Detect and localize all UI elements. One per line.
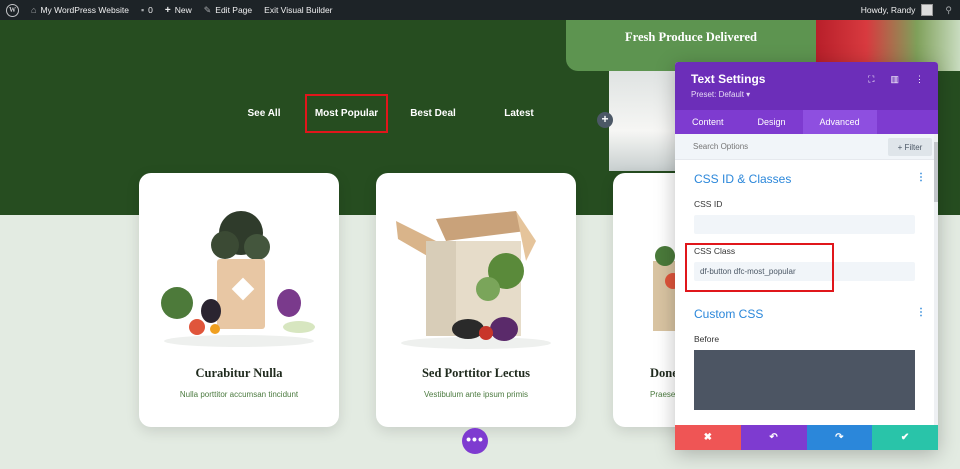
edit-page-label: Edit Page [215, 5, 253, 15]
split-view-icon[interactable]: ▥ [890, 74, 899, 85]
new-content-link[interactable]: + New [165, 5, 192, 16]
card-title: Curabitur Nulla [195, 366, 283, 380]
filter-best-deal[interactable]: Best Deal [406, 108, 460, 119]
banner-title: Fresh Produce Delivered [625, 30, 757, 44]
site-name: My WordPress Website [40, 5, 129, 15]
home-icon: ⌂ [31, 5, 37, 15]
undo-icon: ↶ [769, 432, 778, 443]
tab-advanced[interactable]: Advanced [802, 110, 877, 134]
section-css-id-classes-title: CSS ID & Classes [694, 172, 792, 186]
search-icon[interactable]: ⚲ [945, 5, 952, 16]
search-options-input[interactable] [693, 142, 843, 151]
card-subtitle: Vestibulum ante ipsum primis [423, 390, 529, 399]
checkmark-icon: ✔ [900, 432, 910, 443]
howdy-user[interactable]: Howdy, Randy [861, 5, 916, 15]
panel-header-icons: ⛶ ▥ ⋮ [868, 74, 924, 85]
add-module-button[interactable]: + [597, 112, 613, 128]
tab-content[interactable]: Content [675, 110, 741, 134]
css-class-highlight [685, 243, 834, 292]
comments-link[interactable]: ▪ 0 [141, 5, 153, 15]
redo-icon: ↷ [835, 432, 844, 443]
filter-see-all[interactable]: See All [244, 108, 284, 119]
section-menu-icon[interactable]: ⋮ [916, 172, 926, 183]
avatar[interactable] [921, 4, 934, 16]
panel-scrollbar-thumb[interactable] [934, 142, 938, 202]
comments-count: 0 [148, 5, 153, 15]
discard-button[interactable]: ✖ [675, 425, 741, 450]
undo-button[interactable]: ↶ [740, 425, 807, 450]
before-css-editor[interactable] [694, 350, 915, 410]
tab-design[interactable]: Design [741, 110, 803, 134]
filter-latest[interactable]: Latest [500, 108, 538, 119]
panel-header[interactable]: Text Settings Preset: Default ▾ ⛶ ▥ ⋮ [675, 62, 938, 110]
exit-visual-builder-link[interactable]: Exit Visual Builder [264, 5, 332, 15]
close-icon: ✖ [703, 432, 713, 443]
save-button[interactable]: ✔ [872, 425, 938, 450]
expand-icon[interactable]: ⛶ [868, 74, 874, 85]
css-id-field[interactable] [694, 215, 915, 234]
search-options-row: + Filter [675, 134, 938, 160]
site-name-link[interactable]: ⌂ My WordPress Website [31, 5, 129, 15]
wp-admin-bar: W ⌂ My WordPress Website ▪ 0 + New ✎ Edi… [0, 0, 960, 20]
preset-dropdown[interactable]: Preset: Default ▾ [691, 90, 938, 99]
kitchen-photo [609, 71, 679, 171]
card-title: Sed Porttitor Lectus [421, 366, 531, 380]
produce-box-image [396, 211, 551, 349]
filter-most-popular-label: Most Popular [314, 107, 379, 119]
card-subtitle: Nulla porttitor accumsan tincidunt [179, 390, 299, 399]
panel-footer-actions: ✖ ↶ ↷ ✔ [675, 425, 938, 450]
plus-icon: + [164, 4, 171, 16]
product-card[interactable]: Sed Porttitor Lectus Vestibulum ante ips… [376, 173, 576, 427]
exit-builder-label: Exit Visual Builder [264, 5, 333, 15]
section-custom-css-title: Custom CSS [694, 307, 764, 321]
filter-button[interactable]: + Filter [888, 138, 932, 156]
product-card[interactable]: Curabitur Nulla Nulla porttitor accumsan… [139, 173, 339, 427]
section-custom-css[interactable]: Custom CSS ⋮ [675, 307, 938, 321]
panel-tabs: Content Design Advanced [675, 110, 938, 134]
new-label: New [174, 5, 192, 15]
pencil-icon: ✎ [203, 4, 212, 15]
produce-bag-image [161, 211, 315, 347]
section-css-id-classes[interactable]: CSS ID & Classes ⋮ [675, 172, 938, 186]
comment-icon: ▪ [140, 5, 145, 15]
filter-most-popular[interactable]: Most Popular [305, 93, 388, 133]
section-menu-icon[interactable]: ⋮ [916, 307, 926, 318]
before-label: Before [694, 334, 720, 344]
redo-button[interactable]: ↷ [806, 425, 873, 450]
more-options-icon[interactable]: ⋮ [915, 74, 924, 85]
wordpress-logo-icon[interactable]: W [6, 3, 19, 17]
css-id-label: CSS ID [694, 199, 723, 209]
edit-page-link[interactable]: ✎ Edit Page [204, 5, 252, 16]
page-settings-button[interactable]: ••• [462, 428, 488, 454]
